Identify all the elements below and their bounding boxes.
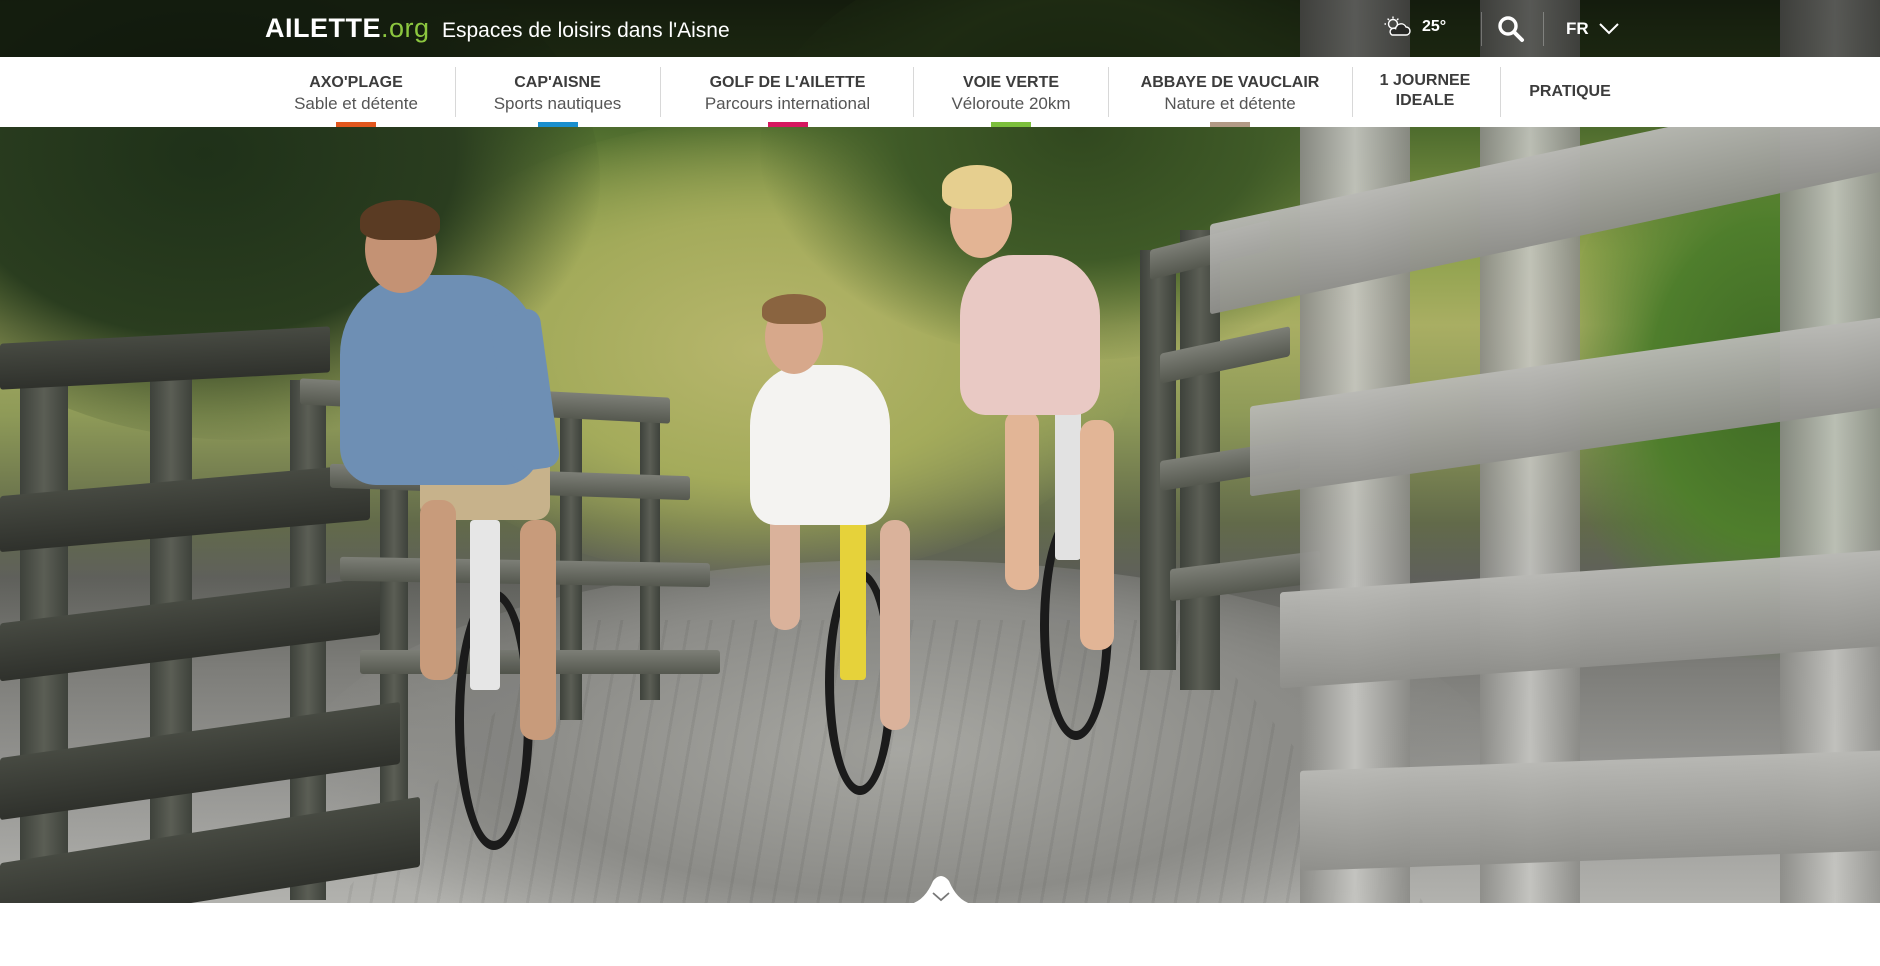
top-bar: AILETTE.org Espaces de loisirs dans l'Ai… [0,0,1880,57]
temperature: 25° [1422,18,1447,35]
nav-item-pratique[interactable]: PRATIQUE [1515,57,1625,127]
nav-color-bar [1210,122,1250,127]
nav-item-axoplage[interactable]: AXO'PLAGE Sable et détente [276,57,436,127]
nav-color-bar [767,122,808,127]
site-tagline: Espaces de loisirs dans l'Aisne [442,19,730,42]
nav-color-bar [336,122,376,127]
weather-widget: 25° [1384,12,1446,42]
divider [1543,12,1544,46]
page: AILETTE.org Espaces de loisirs dans l'Ai… [0,0,1880,966]
chevron-down-icon [1598,23,1619,35]
main-nav: AXO'PLAGE Sable et détente CAP'AISNE Spo… [0,57,1880,127]
nav-item-golf[interactable]: GOLF DE L'AILETTE Parcours international [690,57,885,127]
divider [1481,12,1482,46]
nav-color-bar [537,122,578,127]
scroll-down-button[interactable] [903,875,979,905]
nav-item-capaisne[interactable]: CAP'AISNE Sports nautiques [475,57,640,127]
nav-item-journee-ideale[interactable]: 1 JOURNEE IDEALE [1370,57,1480,127]
nav-color-bar [991,122,1031,127]
nav-item-abbaye[interactable]: ABBAYE DE VAUCLAIR Nature et détente [1130,57,1330,127]
nav-item-voie-verte[interactable]: VOIE VERTE Véloroute 20km [935,57,1087,127]
search-icon[interactable] [1496,14,1526,44]
language-label: FR [1566,19,1589,38]
language-selector[interactable]: FR [1566,14,1619,44]
hero-image [0,0,1880,903]
partly-cloudy-icon [1384,16,1411,36]
site-logo[interactable]: AILETTE.org [265,14,430,42]
content-area [0,903,1880,966]
